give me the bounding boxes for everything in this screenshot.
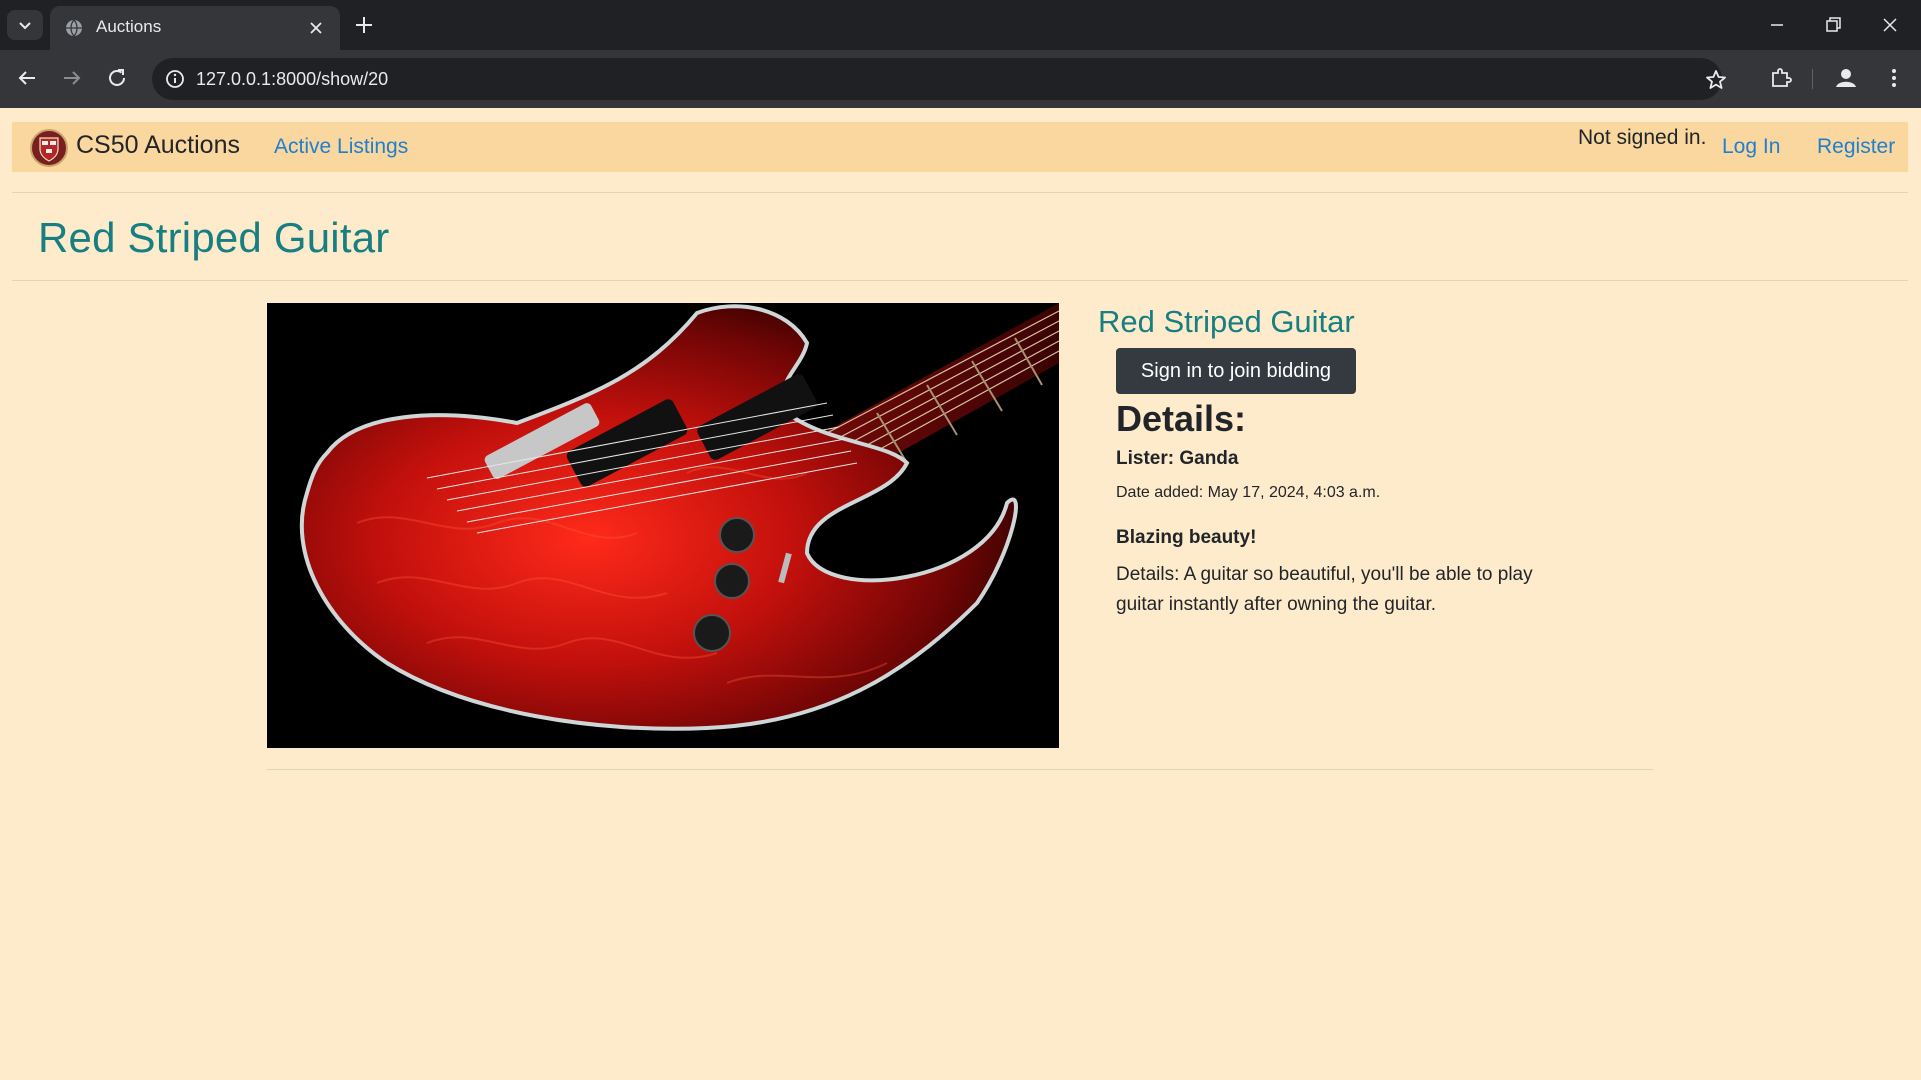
forward-arrow-icon[interactable] (58, 64, 86, 92)
listing-title: Red Striped Guitar (1098, 304, 1355, 339)
date-added: Date added: May 17, 2024, 4:03 a.m. (1116, 484, 1381, 501)
toolbar-separator (1812, 69, 1813, 89)
listing-image (267, 303, 1059, 748)
globe-icon (66, 19, 82, 37)
listing-description: Details: A guitar so beautiful, you'll b… (1116, 564, 1533, 615)
sign-in-to-bid-button[interactable]: Sign in to join bidding (1116, 348, 1356, 394)
nav-register-link[interactable]: Register (1817, 135, 1895, 159)
nav-active-listings-link[interactable]: Active Listings (274, 135, 408, 159)
signin-status: Not signed in. (1578, 126, 1707, 149)
address-bar[interactable]: 127.0.0.1:8000/show/20 (152, 58, 1726, 100)
page-content: CS50 Auctions Active Listings Not signed… (0, 108, 1921, 1080)
minimize-icon[interactable] (1765, 13, 1789, 37)
browser-toolbar: 127.0.0.1:8000/show/20 (0, 50, 1921, 108)
close-icon[interactable] (306, 18, 326, 38)
page-title: Red Striped Guitar (38, 214, 390, 261)
details-heading: Details: (1116, 398, 1247, 439)
url-text[interactable]: 127.0.0.1:8000/show/20 (196, 69, 388, 90)
brand-name[interactable]: CS50 Auctions (76, 131, 240, 160)
back-arrow-icon[interactable] (13, 64, 41, 92)
nav-login-link[interactable]: Log In (1722, 135, 1780, 159)
tab-search-button[interactable] (7, 10, 43, 40)
divider (12, 192, 1908, 193)
listing-tagline: Blazing beauty! (1116, 527, 1257, 548)
tab-title: Auctions (96, 17, 162, 36)
site-info-icon[interactable] (164, 68, 186, 90)
guitar-photo (267, 303, 1059, 748)
browser-tab[interactable]: Auctions (50, 6, 340, 50)
divider (12, 280, 1908, 281)
new-tab-icon[interactable] (352, 13, 376, 37)
site-navbar: CS50 Auctions Active Listings Not signed… (12, 122, 1908, 172)
divider (267, 769, 1653, 770)
more-menu-icon[interactable] (1880, 64, 1908, 92)
restore-icon[interactable] (1821, 13, 1845, 37)
harvard-shield-logo (30, 129, 68, 167)
chevron-down-icon (19, 22, 31, 30)
profile-avatar-icon[interactable] (1832, 64, 1860, 92)
bookmark-star-icon[interactable] (1704, 68, 1728, 92)
lister: Lister: Ganda (1116, 448, 1239, 469)
reload-icon[interactable] (103, 64, 131, 92)
extensions-puzzle-icon[interactable] (1767, 64, 1795, 92)
close-window-icon[interactable] (1878, 13, 1902, 37)
browser-tabstrip: Auctions (0, 0, 1921, 50)
